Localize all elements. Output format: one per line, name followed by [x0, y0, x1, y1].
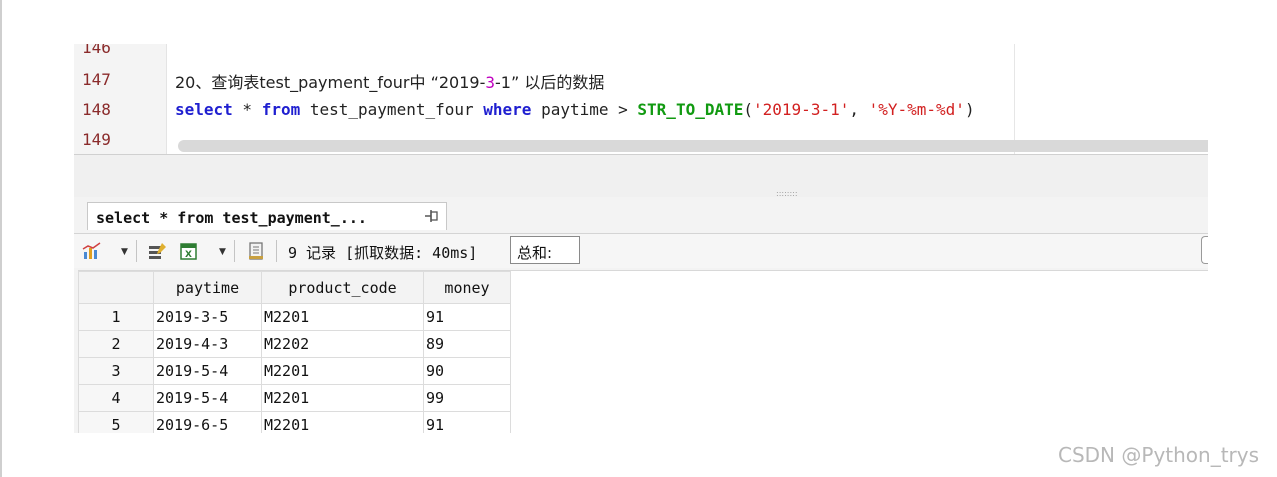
horizontal-scrollbar[interactable]: [178, 140, 1208, 152]
summary-label: 总和:: [517, 244, 553, 262]
chevron-down-icon[interactable]: ▼: [219, 247, 226, 257]
line-number: 149: [82, 130, 111, 149]
line-number: 147: [82, 70, 111, 89]
cell-paytime[interactable]: 2019-5-4: [153, 357, 262, 385]
cell-paytime[interactable]: 2019-6-5: [153, 411, 262, 433]
record-count-info: 9 记录 [抓取数据: 40ms]: [288, 244, 478, 262]
chart-icon[interactable]: [82, 241, 102, 261]
table-header-row: paytime product_code money: [78, 271, 511, 304]
cell-product-code[interactable]: M2202: [261, 330, 424, 358]
table-row[interactable]: 1 2019-3-5 M2201 91: [78, 303, 511, 331]
pin-icon[interactable]: [424, 209, 440, 223]
result-toolbar: ▼ X ▼ 9 记录 [抓取数据: 40ms] 总和:: [74, 233, 1208, 268]
keyword-select: select: [175, 100, 233, 119]
cell-money[interactable]: 89: [423, 330, 511, 358]
sql-query-line[interactable]: select * from test_payment_four where pa…: [175, 100, 975, 119]
table-row[interactable]: 4 2019-5-4 M2201 99: [78, 384, 511, 412]
sql-condition: paytime >: [531, 100, 638, 119]
sql-star: *: [232, 100, 262, 119]
cell-paytime[interactable]: 2019-4-3: [153, 330, 262, 358]
table-row[interactable]: 5 2019-6-5 M2201 91: [78, 411, 511, 433]
cell-money[interactable]: 90: [423, 357, 511, 385]
window-left-border: [0, 0, 2, 477]
cell-product-code[interactable]: M2201: [261, 303, 424, 331]
sql-comma: ,: [849, 100, 869, 119]
comment-text: 20、查询表test_payment_four中 “2019-: [175, 73, 486, 92]
watermark-text: CSDN @Python_trys: [1058, 443, 1260, 467]
comment-text-suffix: -1” 以后的数据: [495, 73, 605, 92]
export-excel-icon[interactable]: X: [179, 241, 199, 261]
toolbar-separator: [136, 240, 137, 262]
row-number[interactable]: 5: [78, 411, 154, 433]
sql-function: STR_TO_DATE: [637, 100, 744, 119]
row-number[interactable]: 4: [78, 384, 154, 412]
keyword-where: where: [483, 100, 532, 119]
column-header-product-code[interactable]: product_code: [261, 271, 424, 304]
result-tab[interactable]: select * from test_payment_...: [87, 202, 447, 230]
summary-field[interactable]: 总和:: [510, 236, 580, 264]
comment-number: 3: [485, 73, 496, 92]
sql-comment-line[interactable]: 20、查询表test_payment_four中 “2019-3-1” 以后的数…: [175, 69, 604, 93]
column-header-paytime[interactable]: paytime: [153, 271, 262, 304]
document-icon[interactable]: [246, 241, 266, 261]
row-number[interactable]: 2: [78, 330, 154, 358]
sql-paren-open: (: [743, 100, 754, 119]
line-number: 148: [82, 100, 111, 119]
cell-paytime[interactable]: 2019-3-5: [153, 303, 262, 331]
edit-table-icon[interactable]: [147, 241, 167, 261]
cell-money[interactable]: 91: [423, 411, 511, 433]
row-number[interactable]: 3: [78, 357, 154, 385]
column-header-money[interactable]: money: [423, 271, 511, 304]
table-row[interactable]: 2 2019-4-3 M2202 89: [78, 330, 511, 358]
cell-money[interactable]: 99: [423, 384, 511, 412]
sql-table-name: test_payment_four: [300, 100, 484, 119]
cell-product-code[interactable]: M2201: [261, 411, 424, 433]
cell-money[interactable]: 91: [423, 303, 511, 331]
cell-product-code[interactable]: M2201: [261, 384, 424, 412]
sql-string-arg: '2019-3-1': [753, 100, 850, 119]
result-tab-label: select * from test_payment_...: [96, 209, 367, 227]
sql-editor[interactable]: 146 147 148 149 20、查询表test_payment_four中…: [74, 44, 1208, 154]
cell-product-code[interactable]: M2201: [261, 357, 424, 385]
keyword-from: from: [261, 100, 301, 119]
result-table: paytime product_code money 1 2019-3-5 M2…: [78, 271, 511, 433]
results-panel: select * from test_payment_... ▼ X ▼ 9 记…: [74, 197, 1208, 433]
row-number-header[interactable]: [78, 271, 154, 304]
toolbar-separator: [276, 240, 277, 262]
svg-text:X: X: [185, 250, 192, 260]
search-input[interactable]: [1201, 236, 1208, 264]
toolbar-separator: [234, 240, 235, 262]
result-grid: paytime product_code money 1 2019-3-5 M2…: [78, 270, 1208, 433]
sql-format-arg: '%Y-%m-%d': [868, 100, 965, 119]
cell-paytime[interactable]: 2019-5-4: [153, 384, 262, 412]
row-number[interactable]: 1: [78, 303, 154, 331]
editor-splitter[interactable]: ::::::::: [74, 154, 1208, 198]
editor-margin-line: [1014, 44, 1015, 154]
sql-paren-close: ): [964, 100, 975, 119]
line-number: 146: [82, 44, 111, 57]
table-row[interactable]: 3 2019-5-4 M2201 90: [78, 357, 511, 385]
line-number-gutter: 146 147 148 149: [74, 44, 167, 154]
chevron-down-icon[interactable]: ▼: [121, 247, 128, 257]
